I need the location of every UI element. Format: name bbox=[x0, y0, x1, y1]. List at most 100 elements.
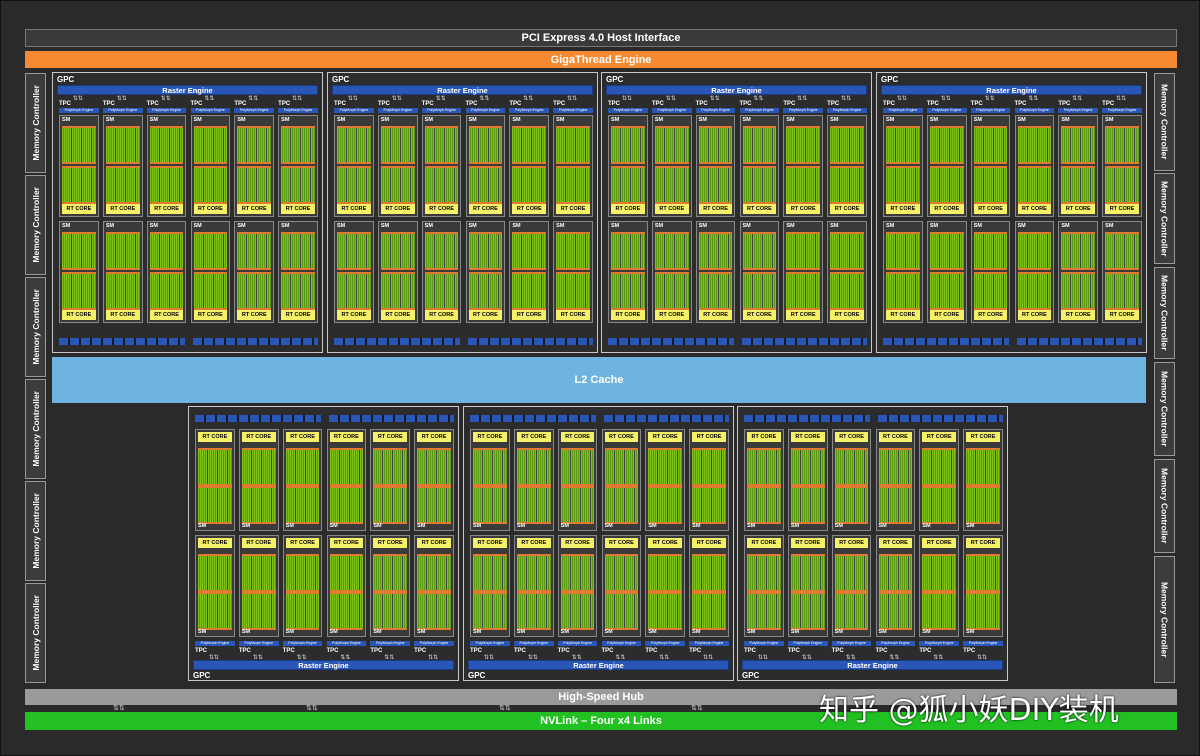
rt-core: RT CORE bbox=[512, 204, 547, 214]
gpc: GPC Raster Engine ⇅⇅ TPC PolyMorph Engine SM R… bbox=[52, 72, 323, 353]
cuda-core-block bbox=[692, 448, 726, 486]
sm-label: SM bbox=[786, 117, 795, 123]
cuda-core-block bbox=[1061, 272, 1096, 310]
streaming-multiprocessor: RT CORE SM bbox=[282, 429, 323, 531]
rt-core: RT CORE bbox=[337, 204, 371, 214]
cuda-core-block bbox=[747, 486, 781, 524]
streaming-multiprocessor: SM RT CORE bbox=[421, 221, 462, 323]
streaming-multiprocessor: RT CORE SM bbox=[875, 535, 916, 637]
memory-controller: Memory Controller bbox=[1154, 362, 1175, 456]
cuda-core-block bbox=[698, 126, 733, 164]
sm-label: SM bbox=[1105, 223, 1114, 229]
cuda-core-block bbox=[966, 592, 1000, 630]
cuda-core-block bbox=[698, 272, 733, 310]
sm-label: SM bbox=[929, 117, 939, 123]
cuda-core-block bbox=[198, 554, 232, 592]
streaming-multiprocessor: RT CORE SM bbox=[326, 429, 367, 531]
rt-core: RT CORE bbox=[237, 310, 272, 320]
arrow-icon: ⇅⇅ bbox=[248, 96, 259, 102]
gpc: RT CORE SM RT CORE SM PolyMorph Engine TPC ⇅⇅ R… bbox=[463, 406, 734, 681]
rt-core: RT CORE bbox=[193, 204, 228, 214]
tpc-label: TPC bbox=[326, 648, 339, 654]
cuda-core-block bbox=[790, 486, 825, 524]
streaming-multiprocessor: RT CORE SM bbox=[831, 429, 872, 531]
cuda-core-block bbox=[742, 272, 777, 310]
memory-controller: Memory Controller bbox=[1154, 459, 1175, 553]
rt-core: RT CORE bbox=[747, 432, 781, 442]
tpc-label: TPC bbox=[970, 101, 983, 107]
rt-core: RT CORE bbox=[417, 538, 451, 548]
rt-core: RT CORE bbox=[329, 432, 364, 442]
memory-controller-label: Memory Controller bbox=[1159, 275, 1170, 351]
cuda-core-block bbox=[337, 126, 371, 164]
cuda-core-block bbox=[329, 554, 364, 592]
gpc-label: GPC bbox=[881, 75, 899, 84]
streaming-multiprocessor: SM RT CORE bbox=[970, 221, 1011, 323]
raster-engine: Raster Engine bbox=[193, 660, 454, 670]
tpc-label: TPC bbox=[926, 101, 939, 107]
rt-core: RT CORE bbox=[1061, 310, 1096, 320]
rt-core: RT CORE bbox=[786, 204, 821, 214]
sm-label: SM bbox=[468, 223, 477, 229]
cuda-core-block bbox=[424, 272, 459, 310]
streaming-multiprocessor: RT CORE SM bbox=[831, 535, 872, 637]
cuda-core-block bbox=[473, 448, 507, 486]
cuda-core-block bbox=[193, 166, 228, 204]
polymorph-engine: PolyMorph Engine bbox=[465, 108, 506, 113]
rt-core: RT CORE bbox=[973, 310, 1008, 320]
arrow-icon: ⇅⇅ bbox=[665, 96, 676, 102]
cuda-core-block bbox=[512, 232, 547, 270]
tpc-label: TPC bbox=[739, 101, 752, 107]
cuda-core-block bbox=[654, 272, 689, 310]
sm-label: SM bbox=[929, 223, 939, 229]
cuda-core-block bbox=[241, 554, 276, 592]
watermark: 知乎 @狐小妖DIY装机 bbox=[819, 693, 1119, 728]
sm-label: SM bbox=[654, 223, 664, 229]
sm-label: SM bbox=[329, 629, 338, 635]
sm-label: SM bbox=[786, 223, 795, 229]
sm-label: SM bbox=[516, 629, 526, 635]
texture-unit-strip bbox=[741, 338, 867, 345]
polymorph-engine: PolyMorph Engine bbox=[1014, 108, 1055, 113]
sm-label: SM bbox=[473, 523, 482, 529]
polymorph-engine: PolyMorph Engine bbox=[414, 641, 454, 646]
cuda-core-block bbox=[966, 448, 1000, 486]
memory-controller: Memory Controller bbox=[25, 481, 46, 581]
cuda-core-block bbox=[1017, 272, 1052, 310]
cuda-core-block bbox=[1105, 166, 1139, 204]
cuda-core-block bbox=[424, 126, 459, 164]
rt-core: RT CORE bbox=[285, 432, 320, 442]
cuda-core-block bbox=[337, 232, 371, 270]
gpc-label: GPC bbox=[332, 75, 350, 84]
polymorph-engine: PolyMorph Engine bbox=[190, 108, 231, 113]
tpc-label: TPC bbox=[783, 101, 796, 107]
sm-label: SM bbox=[373, 523, 382, 529]
polymorph-engine: PolyMorph Engine bbox=[827, 108, 867, 113]
cuda-core-block bbox=[786, 272, 821, 310]
sm-label: SM bbox=[830, 117, 839, 123]
arrow-icon: ⇅⇅ bbox=[753, 96, 764, 102]
polymorph-engine: PolyMorph Engine bbox=[970, 108, 1011, 113]
polymorph-engine: PolyMorph Engine bbox=[695, 108, 736, 113]
sm-label: SM bbox=[512, 117, 521, 123]
rt-core: RT CORE bbox=[830, 310, 864, 320]
cuda-core-block bbox=[929, 272, 964, 310]
cuda-core-block bbox=[692, 554, 726, 592]
cuda-core-block bbox=[380, 126, 415, 164]
streaming-multiprocessor: RT CORE SM bbox=[744, 535, 784, 637]
streaming-multiprocessor: SM RT CORE bbox=[883, 115, 923, 217]
cuda-core-block bbox=[692, 592, 726, 630]
streaming-multiprocessor: SM RT CORE bbox=[1102, 115, 1142, 217]
arrow-icon: ⇅⇅ bbox=[391, 96, 402, 102]
tpc-label: TPC bbox=[645, 648, 658, 654]
sm-label: SM bbox=[648, 629, 657, 635]
rt-core: RT CORE bbox=[105, 204, 140, 214]
rt-core: RT CORE bbox=[1017, 204, 1052, 214]
rt-core: RT CORE bbox=[648, 538, 683, 548]
nvlink-arrow-icon: ⇅⇅ bbox=[691, 705, 703, 712]
streaming-multiprocessor: SM RT CORE bbox=[278, 115, 318, 217]
sm-label: SM bbox=[742, 223, 751, 229]
sm-label: SM bbox=[149, 117, 158, 123]
cuda-core-block bbox=[790, 554, 825, 592]
tpc-label: TPC bbox=[465, 101, 478, 107]
